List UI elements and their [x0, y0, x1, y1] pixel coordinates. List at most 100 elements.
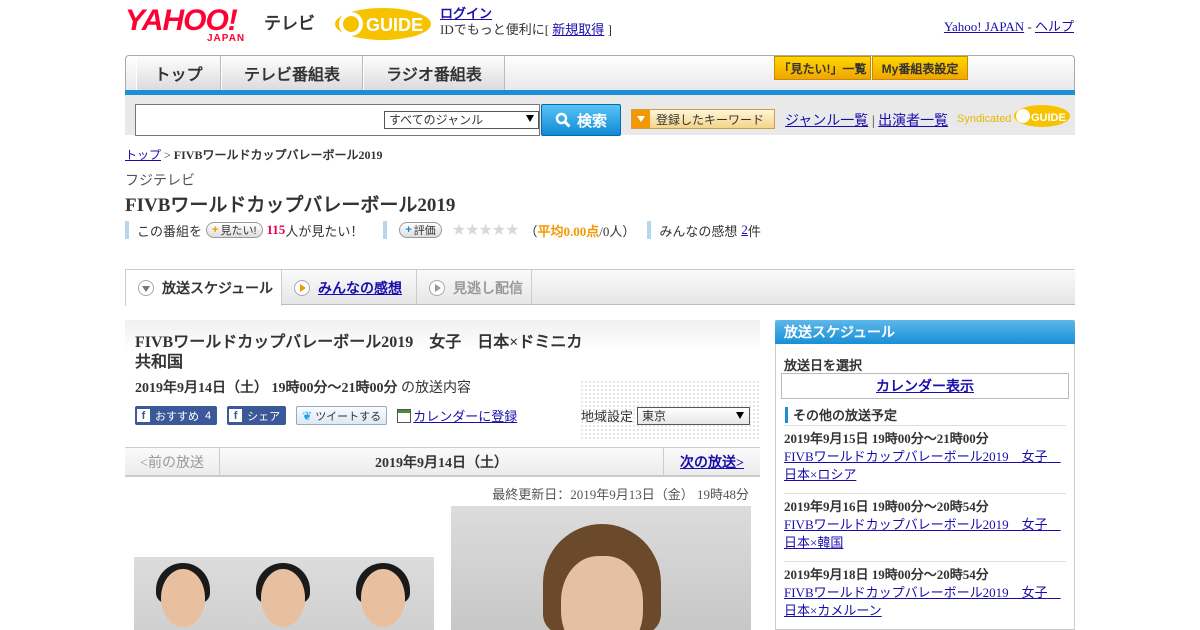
- region-label: 地域設定: [581, 409, 634, 424]
- want-to-watch-button[interactable]: + 見たい!: [206, 222, 263, 238]
- want-list-button[interactable]: 「見たい!」一覧: [774, 56, 871, 80]
- dropdown-arrow-icon: [632, 110, 650, 128]
- schedule-item: 2019年9月15日 19時00分～21時00分 FIVBワールドカップバレーボ…: [784, 425, 1066, 484]
- want-to-watch-label: 見たい!: [220, 225, 257, 237]
- player-portrait: [234, 557, 334, 630]
- calendar-register-link[interactable]: カレンダーに登録: [397, 406, 517, 425]
- syndicated-label: Syndicated: [957, 113, 1011, 125]
- login-note-prefix: IDでもっと便利に[: [440, 22, 550, 37]
- rate-button[interactable]: + 評価: [399, 222, 442, 238]
- next-broadcast-link[interactable]: 次の放送>: [663, 447, 760, 477]
- nav-tab-radio-guide[interactable]: ラジオ番組表: [363, 56, 505, 90]
- calendar-icon: [397, 408, 412, 423]
- login-box: ログイン IDでもっと便利に[ 新規取得 ]: [440, 6, 612, 38]
- registered-keyword-label: 登録したキーワード: [656, 112, 765, 127]
- play-arrow-icon: [429, 279, 445, 296]
- yahoo-japan-link[interactable]: Yahoo! JAPAN: [944, 19, 1024, 34]
- coach-photo: [451, 506, 751, 630]
- last-updated: 最終更新日：2019年9月13日（金） 19時48分: [492, 487, 749, 502]
- genre-select-value: すべてのジャンル: [389, 113, 484, 127]
- genre-select[interactable]: すべてのジャンル: [384, 111, 539, 129]
- schedule-datetime: 2019年9月15日 19時00分～21時00分: [784, 431, 989, 446]
- play-arrow-icon: [294, 279, 310, 296]
- other-broadcasts-header: その他の放送予定: [785, 405, 897, 424]
- syndicated-brand-text: GUIDE: [1031, 112, 1066, 124]
- search-links: ジャンル一覧 | 出演者一覧: [785, 110, 948, 130]
- program-meta-row: この番組を + 見たい! 115 人が見たい！ + 評価 ★★★★★ （ 平均0…: [125, 220, 761, 240]
- top-links-separator: -: [1027, 19, 1032, 34]
- login-note-suffix: ]: [607, 22, 612, 37]
- global-nav: トップ テレビ番組表 ラジオ番組表 「見たい!」一覧 My番組表設定: [125, 55, 1075, 93]
- yahoo-japan-logo[interactable]: YAHOO! JAPAN: [125, 6, 260, 45]
- top-right-links: Yahoo! JAPAN - ヘルプ: [944, 16, 1074, 35]
- plus-icon: +: [405, 224, 412, 236]
- facebook-recommend-label: おすすめ: [155, 410, 199, 423]
- genre-list-link[interactable]: ジャンル一覧: [785, 114, 868, 129]
- facebook-share-label: シェア: [247, 410, 281, 423]
- search-icon: [555, 112, 571, 128]
- registered-keyword-button[interactable]: 登録したキーワード: [631, 109, 775, 129]
- rating-stars: ★★★★★: [451, 222, 520, 239]
- facebook-share-button[interactable]: f シェア: [227, 406, 287, 425]
- tab-missed-streaming[interactable]: 見逃し配信: [417, 270, 532, 305]
- signup-link[interactable]: 新規取得: [552, 22, 604, 37]
- plus-icon: +: [212, 224, 219, 236]
- breadcrumb: トップ > FIVBワールドカップバレーボール2019: [125, 146, 382, 163]
- schedule-datetime: 2019年9月18日 19時00分～20時54分: [784, 567, 989, 582]
- tab-missed-label: 見逃し配信: [453, 279, 523, 296]
- average-rating: 平均0.00点: [537, 223, 600, 239]
- tv-logo-label[interactable]: テレビ: [264, 9, 315, 34]
- meta-divider: [647, 221, 652, 239]
- breadcrumb-home-link[interactable]: トップ: [125, 148, 161, 162]
- schedule-title-link[interactable]: FIVBワールドカップバレーボール2019 女子 日本×カメルーン: [784, 584, 1066, 620]
- chevron-down-icon: [138, 280, 154, 296]
- facebook-recommend-button[interactable]: f おすすめ 4: [135, 406, 218, 425]
- header-bar: [785, 406, 788, 423]
- want-count-suffix: 人が見たい！: [285, 223, 364, 239]
- tweet-button[interactable]: ❦ ツイートする: [296, 406, 388, 425]
- want-count: 115: [266, 222, 286, 237]
- player-portrait: [334, 557, 434, 630]
- channel-name: フジテレビ: [125, 174, 195, 189]
- performer-list-link[interactable]: 出演者一覧: [878, 114, 948, 129]
- calendar-register-label: カレンダーに登録: [413, 409, 518, 424]
- tab-schedule-label: 放送スケジュール: [162, 280, 274, 296]
- sidebar-header: 放送スケジュール: [775, 320, 1075, 344]
- region-select[interactable]: 東京: [637, 406, 751, 425]
- facebook-icon: f: [229, 409, 243, 422]
- tab-impressions-label: みんなの感想: [318, 279, 402, 296]
- episode-datetime-suffix: の放送内容: [401, 381, 471, 396]
- tweet-label: ツイートする: [315, 410, 382, 423]
- schedule-item: 2019年9月18日 19時00分～20時54分 FIVBワールドカップバレーボ…: [784, 561, 1066, 620]
- search-button[interactable]: 検索: [541, 104, 621, 136]
- page-title: FIVBワールドカップバレーボール2019: [125, 195, 456, 216]
- rate-button-label: 評価: [413, 225, 436, 237]
- gguide-logo-text: GUIDE: [366, 15, 423, 35]
- schedule-title-link[interactable]: FIVBワールドカップバレーボール2019 女子 日本×韓国: [784, 516, 1066, 552]
- japan-logo-text: JAPAN: [207, 33, 246, 44]
- schedule-datetime: 2019年9月16日 19時00分～20時54分: [784, 499, 989, 514]
- calendar-display-button[interactable]: カレンダー表示: [781, 373, 1069, 399]
- tab-schedule[interactable]: 放送スケジュール: [125, 270, 282, 306]
- tab-impressions[interactable]: みんなの感想: [282, 270, 417, 305]
- twitter-bird-icon: ❦: [302, 408, 313, 423]
- gguide-logo[interactable]: GUIDE: [333, 6, 433, 42]
- login-link[interactable]: ログイン: [440, 6, 492, 21]
- my-guide-settings-button[interactable]: My番組表設定: [872, 56, 968, 80]
- episode-datetime-row: 2019年9月14日（土） 19時00分～21時00分 の放送内容: [135, 377, 471, 397]
- prev-broadcast-link[interactable]: <前の放送: [125, 447, 220, 477]
- current-broadcast-date: 2019年9月14日（土）: [375, 456, 508, 471]
- schedule-title-link[interactable]: FIVBワールドカップバレーボール2019 女子 日本×ロシア: [784, 448, 1066, 484]
- help-link[interactable]: ヘルプ: [1035, 19, 1074, 34]
- select-date-label: 放送日を選択: [784, 358, 863, 373]
- facebook-icon: f: [137, 409, 150, 422]
- breadcrumb-current: FIVBワールドカップバレーボール2019: [173, 148, 383, 162]
- episode-title: FIVBワールドカップバレーボール2019 女子 日本×ドミニカ共和国: [135, 334, 583, 371]
- breadcrumb-separator: >: [164, 148, 171, 162]
- search-button-label: 検索: [576, 112, 607, 130]
- avg-prefix: （: [524, 223, 538, 239]
- nav-tab-tv-guide[interactable]: テレビ番組表: [221, 56, 363, 90]
- meta-divider: [125, 221, 129, 239]
- chevron-down-icon: [736, 411, 745, 419]
- nav-tab-top[interactable]: トップ: [136, 56, 221, 90]
